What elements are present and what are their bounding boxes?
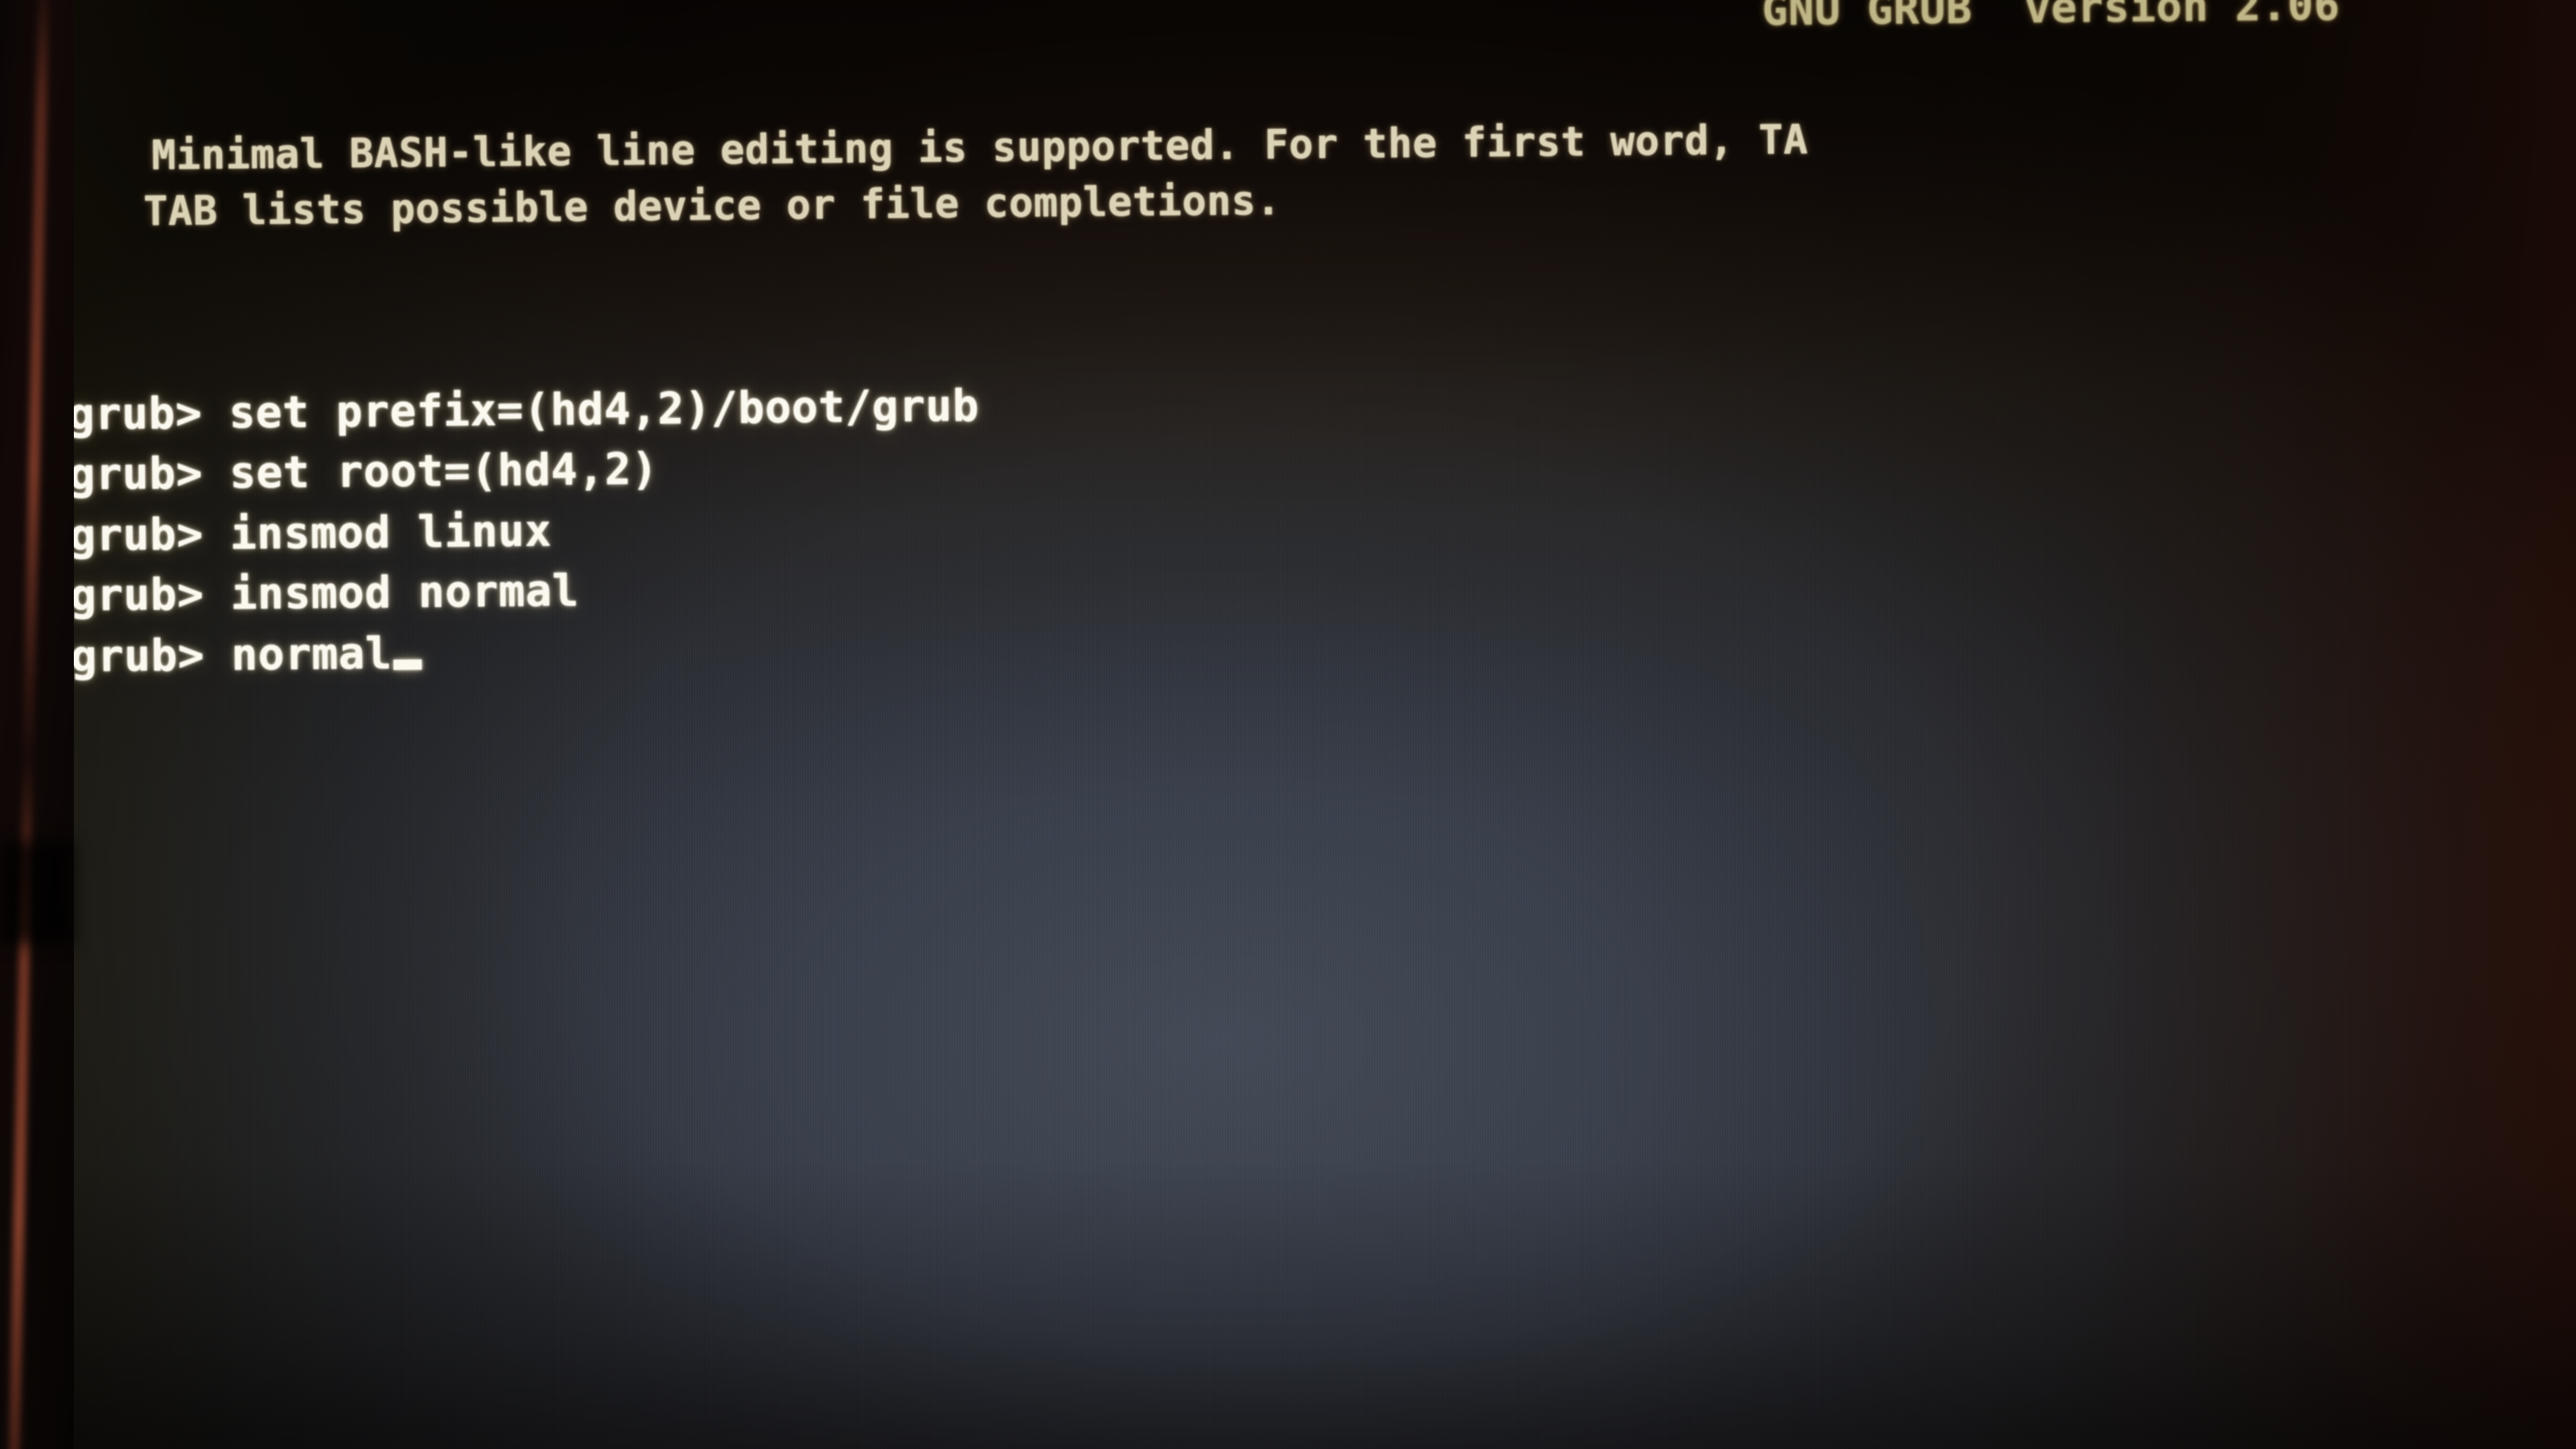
bezel-shadow-bar	[0, 841, 74, 944]
monitor-photo: GNU GRUB version 2.06 Minimal BASH-like …	[0, 0, 2576, 1449]
console-line-2: grub> set root=(hd4,2)	[68, 444, 659, 501]
console-line-3: grub> insmod linux	[69, 506, 552, 562]
console-line-current[interactable]: grub> normal	[70, 628, 422, 682]
console-line-1: grub> set prefix=(hd4,2)/boot/grub	[68, 380, 980, 441]
grub-version-title: GNU GRUB version 2.06	[1761, 0, 2341, 36]
text-cursor	[393, 659, 422, 670]
console-current-input: grub> normal	[70, 628, 392, 683]
console-line-4: grub> insmod normal	[70, 566, 580, 622]
